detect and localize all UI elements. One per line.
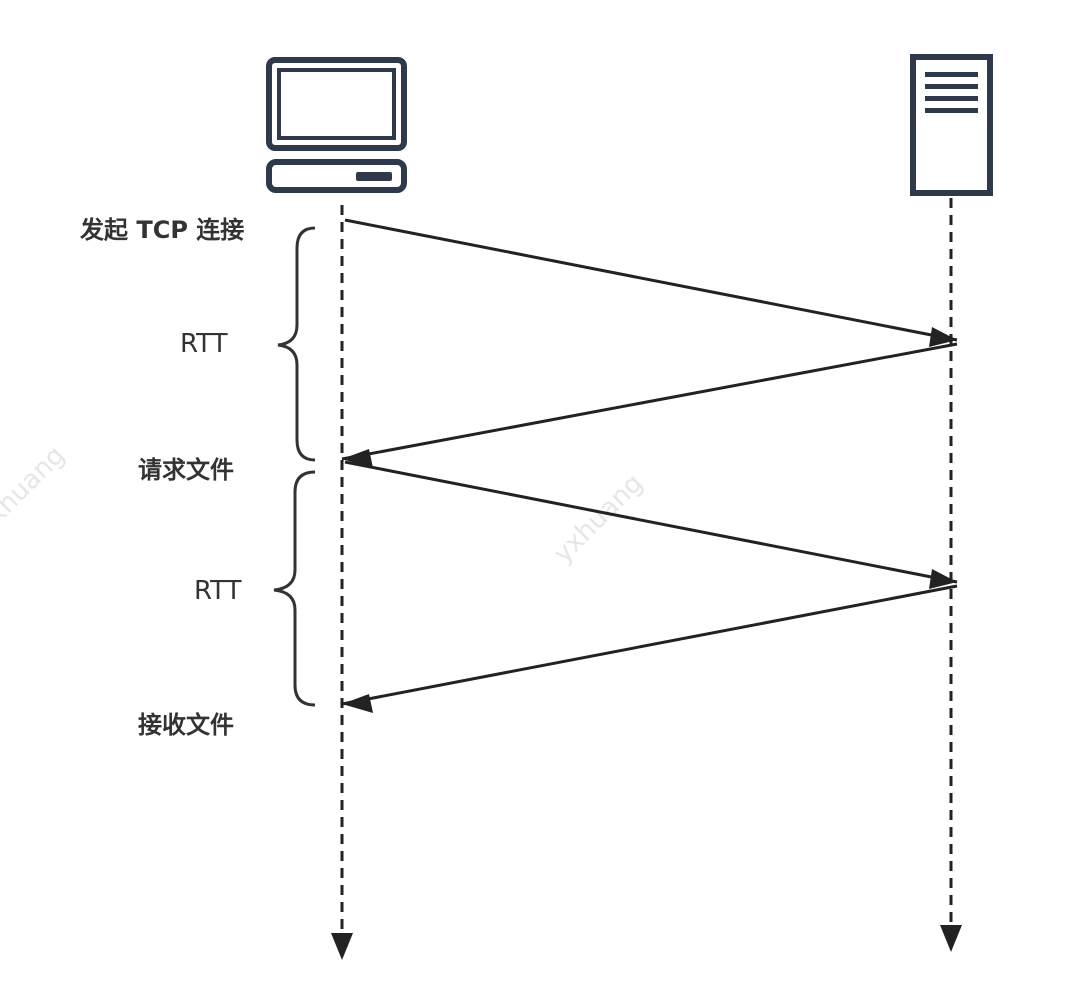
desktop-computer-icon [266,57,407,193]
rtt-brace-2 [273,470,316,707]
rtt-label-1: RTT [180,329,228,359]
sequence-diagram: yxhuang yxhuang 发起 TCP 连接 请求文件 接收文件 RTT … [0,0,1077,1001]
message-arrow-4 [341,584,958,713]
event-label-receive: 接收文件 [138,711,234,739]
rtt-label-2: RTT [194,576,242,606]
client-lifeline [331,205,353,960]
event-label-connect: 发起 TCP 连接 [80,216,245,244]
event-label-request: 请求文件 [138,456,234,484]
message-arrow-3 [344,460,958,589]
message-arrow-1 [344,218,958,347]
server-tower-icon [910,54,993,196]
rtt-brace-1 [277,226,316,462]
message-arrow-2 [341,342,958,468]
diagram-svg [266,54,993,960]
